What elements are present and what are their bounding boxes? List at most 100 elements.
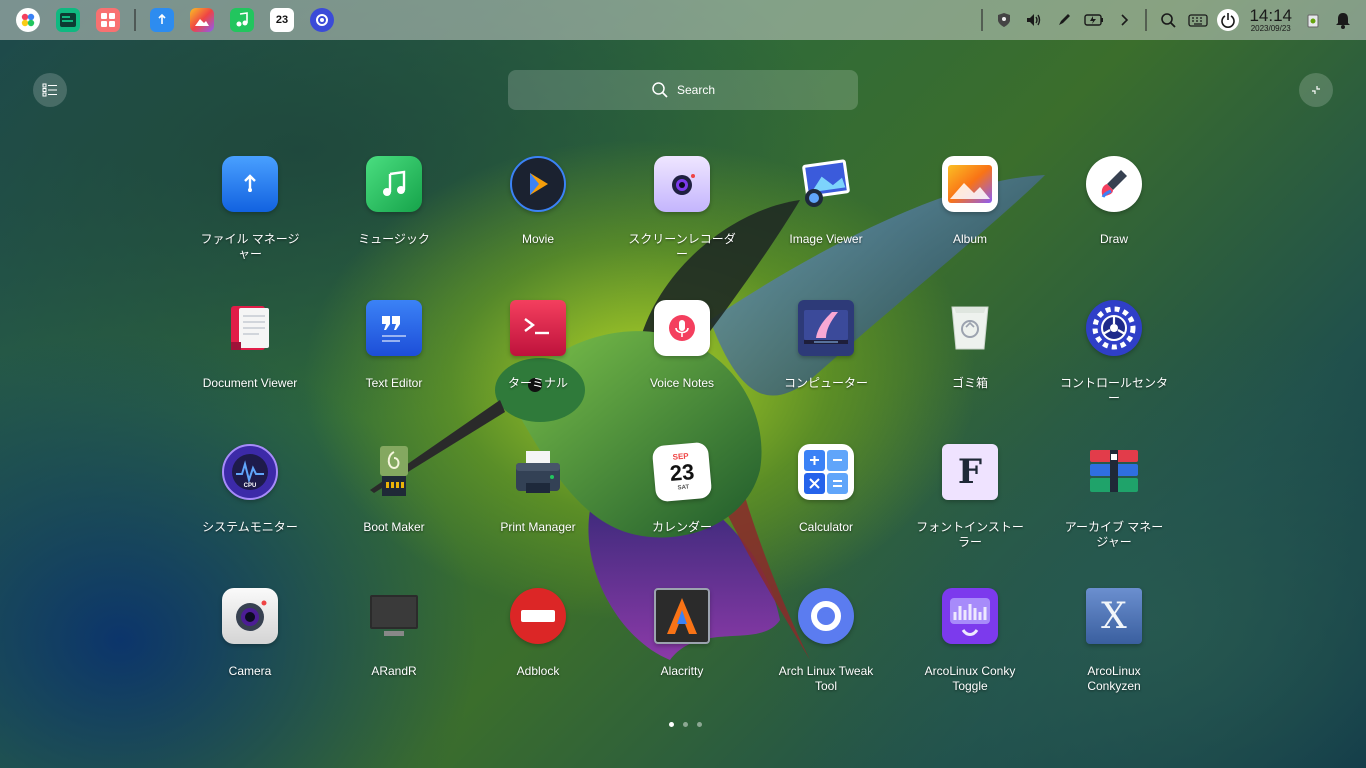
photo-icon xyxy=(942,156,998,212)
app-print-manager[interactable]: Print Manager xyxy=(466,438,610,582)
app-conky-toggle[interactable]: ArcoLinux Conky Toggle xyxy=(898,582,1042,726)
terminal-icon xyxy=(510,300,566,356)
app-terminal[interactable]: ターミナル xyxy=(466,294,610,438)
page-indicator xyxy=(664,722,706,727)
search-input[interactable]: Search xyxy=(508,70,858,110)
app-draw[interactable]: Draw xyxy=(1042,150,1186,294)
ring-icon xyxy=(798,588,854,644)
app-row: Document Viewer Text Editor ターミナル Voice … xyxy=(178,294,1186,438)
font-glyph: F xyxy=(957,452,983,492)
app-computer[interactable]: コンピューター xyxy=(754,294,898,438)
music-icon[interactable] xyxy=(230,8,254,32)
app-row: ファイル マネージャー ミュージック Movie スクリーンレコーダー Imag… xyxy=(178,150,1186,294)
app-arch-tweak-tool[interactable]: Arch Linux Tweak Tool xyxy=(754,582,898,726)
calendar-weekday: SAT xyxy=(677,483,690,491)
usb-icon xyxy=(366,444,422,500)
app-album[interactable]: Album xyxy=(898,150,1042,294)
dock-apps: 23 xyxy=(8,0,342,40)
launcher-icon[interactable] xyxy=(16,8,40,32)
top-dock: 23 14:14 2023/09/23 xyxy=(0,0,1366,40)
clock-time: 14:14 xyxy=(1249,6,1292,25)
app-system-monitor[interactable]: CPU システムモニター xyxy=(178,438,322,582)
app-screen-recorder[interactable]: スクリーンレコーダー xyxy=(610,150,754,294)
app-camera[interactable]: Camera xyxy=(178,582,322,726)
category-view-button[interactable] xyxy=(33,73,67,107)
x-glyph: X xyxy=(1101,595,1127,637)
tray-separator xyxy=(981,9,984,31)
app-label: Arch Linux Tweak Tool xyxy=(778,664,874,693)
calendar-dock-icon[interactable]: 23 xyxy=(270,8,294,32)
play-icon xyxy=(510,156,566,212)
app-label: カレンダー xyxy=(651,520,712,534)
app-adblock[interactable]: Adblock xyxy=(466,582,610,726)
pen-icon[interactable] xyxy=(1053,9,1075,31)
battery-icon[interactable] xyxy=(1083,9,1105,31)
archive-icon xyxy=(1086,444,1142,500)
clock-date: 2023/09/23 xyxy=(1250,24,1291,33)
multitasking-icon[interactable] xyxy=(96,8,120,32)
app-archive-manager[interactable]: アーカイブ マネージャー xyxy=(1042,438,1186,582)
app-conkyzen[interactable]: X ArcoLinux Conkyzen xyxy=(1042,582,1186,726)
app-label: アーカイブ マネージャー xyxy=(1064,520,1164,549)
app-document-viewer[interactable]: Document Viewer xyxy=(178,294,322,438)
app-label: Print Manager xyxy=(500,520,576,534)
app-label: Album xyxy=(952,232,987,246)
x-icon: X xyxy=(1086,588,1142,644)
security-shield-icon[interactable] xyxy=(993,9,1015,31)
control-center-dock-icon[interactable] xyxy=(310,8,334,32)
music-note-icon xyxy=(366,156,422,212)
dock-separator xyxy=(134,9,136,31)
exit-fullscreen-button[interactable] xyxy=(1299,73,1333,107)
app-image-viewer[interactable]: Image Viewer xyxy=(754,150,898,294)
conky-icon xyxy=(942,588,998,644)
power-icon[interactable] xyxy=(1217,9,1240,31)
trash-icon xyxy=(942,300,998,356)
image-icon xyxy=(798,156,854,212)
app-row: Camera ARandR Adblock Alacritty Arch Lin… xyxy=(178,582,1186,726)
app-control-center[interactable]: コントロールセンター xyxy=(1042,294,1186,438)
app-label: ミュージック xyxy=(358,232,430,246)
page-dot-3[interactable] xyxy=(696,722,702,727)
camera-icon xyxy=(654,156,710,212)
app-label: Boot Maker xyxy=(363,520,425,534)
app-music[interactable]: ミュージック xyxy=(322,150,466,294)
collapse-icon xyxy=(1312,86,1320,94)
page-dot-2[interactable] xyxy=(682,722,688,727)
app-label: コントロールセンター xyxy=(1059,376,1168,405)
monitor-icon xyxy=(798,300,854,356)
app-label: Voice Notes xyxy=(649,376,715,390)
app-calculator[interactable]: Calculator xyxy=(754,438,898,582)
app-alacritty[interactable]: Alacritty xyxy=(610,582,754,726)
volume-icon[interactable] xyxy=(1023,9,1045,31)
chevron-right-icon[interactable] xyxy=(1113,9,1135,31)
app-label: コンピューター xyxy=(783,376,868,390)
svg-text:CPU: CPU xyxy=(244,483,257,489)
search-field-icon xyxy=(652,82,668,98)
keyboard-icon[interactable] xyxy=(1187,9,1209,31)
printer-icon xyxy=(510,444,566,500)
app-arandr[interactable]: ARandR xyxy=(322,582,466,726)
clock[interactable]: 14:14 2023/09/23 xyxy=(1249,7,1292,33)
calendar-day: 23 xyxy=(668,459,696,487)
terminal-app-icon[interactable] xyxy=(56,8,80,32)
app-movie[interactable]: Movie xyxy=(466,150,610,294)
page-dot-1[interactable] xyxy=(668,722,674,727)
list-icon xyxy=(42,83,57,97)
app-file-manager[interactable]: ファイル マネージャー xyxy=(178,150,322,294)
file-manager-icon[interactable] xyxy=(150,8,174,32)
app-calendar[interactable]: SEP 23 SAT カレンダー xyxy=(610,438,754,582)
app-label: Alacritty xyxy=(660,664,704,678)
album-icon[interactable] xyxy=(190,8,214,32)
app-font-installer[interactable]: F フォントインストーラー xyxy=(898,438,1042,582)
search-icon[interactable] xyxy=(1157,9,1179,31)
notification-bell-icon[interactable] xyxy=(1332,9,1354,31)
app-label: ファイル マネージャー xyxy=(200,232,300,261)
app-trash[interactable]: ゴミ箱 xyxy=(898,294,1042,438)
app-label: Movie xyxy=(521,232,554,246)
app-label: スクリーンレコーダー xyxy=(628,232,736,261)
app-boot-maker[interactable]: Boot Maker xyxy=(322,438,466,582)
app-text-editor[interactable]: Text Editor xyxy=(322,294,466,438)
trash-tray-icon[interactable] xyxy=(1302,9,1324,31)
app-voice-notes[interactable]: Voice Notes xyxy=(610,294,754,438)
quote-icon xyxy=(366,300,422,356)
